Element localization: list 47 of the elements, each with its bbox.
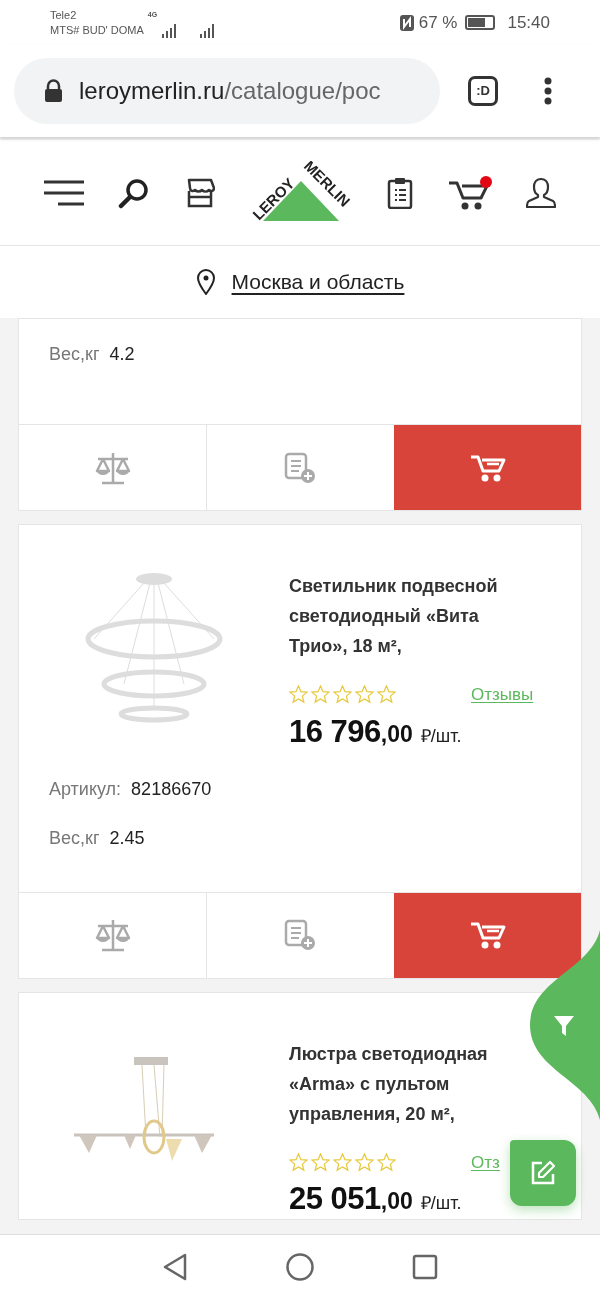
add-to-cart-button[interactable] (394, 892, 581, 978)
search-icon[interactable] (118, 176, 151, 209)
cart-icon (469, 920, 506, 950)
scales-icon (93, 450, 132, 485)
home-icon[interactable] (286, 1253, 314, 1281)
star-icon (333, 1152, 352, 1172)
star-icon (355, 685, 374, 705)
spec-value: 82186670 (131, 777, 212, 801)
spec-label: Вес,кг (49, 343, 100, 366)
star-icon (377, 1152, 396, 1172)
url-text: leroymerlin.ru/catalogue/poc (79, 76, 381, 106)
carrier-name: MTS# BUD' DOMA (50, 22, 144, 38)
scales-icon (93, 918, 132, 952)
star-icon (311, 1152, 330, 1172)
star-icon (377, 685, 396, 705)
cart-icon[interactable] (447, 179, 488, 210)
star-icon (355, 1152, 374, 1172)
address-bar[interactable]: leroymerlin.ru/catalogue/poc (14, 58, 440, 124)
spec-value: 2.45 (109, 826, 145, 850)
battery-percent: 67 % (418, 11, 458, 34)
carrier-name: Tele2 (50, 7, 78, 23)
tab-switcher-button[interactable]: :D (468, 76, 498, 106)
price-text: 25 051,00 ₽/шт. (289, 1183, 463, 1218)
star-icon (289, 685, 308, 705)
region-link[interactable]: Москва и область (231, 266, 405, 298)
star-icon (333, 685, 352, 705)
product-title[interactable]: Люстра светодиодная «Arma» с пультом управления, 20 м², (289, 1038, 509, 1129)
recent-apps-icon[interactable] (412, 1254, 438, 1280)
spec-label: Артикул: (49, 777, 122, 801)
location-pin-icon (195, 269, 216, 295)
lock-icon (44, 79, 63, 103)
menu-icon[interactable] (44, 178, 84, 207)
star-icon (289, 1152, 308, 1172)
battery-icon (465, 15, 496, 30)
back-icon[interactable] (162, 1253, 188, 1281)
filter-tab[interactable] (530, 930, 600, 1120)
price-text: 16 796,00 ₽/шт. (289, 715, 463, 751)
user-icon[interactable] (525, 176, 556, 209)
spec-value: 4.2 (109, 343, 135, 366)
more-menu-icon[interactable] (544, 77, 552, 105)
edit-icon (530, 1160, 556, 1186)
star-icon (311, 685, 330, 705)
clipboard-icon[interactable] (387, 176, 414, 209)
product-title[interactable]: Светильник подвесной светодиодный «Вита Трио», 18 м², (289, 571, 509, 661)
clock: 15:40 (507, 11, 550, 34)
nfc-icon (398, 13, 415, 32)
spec-label: Вес,кг (49, 826, 100, 850)
